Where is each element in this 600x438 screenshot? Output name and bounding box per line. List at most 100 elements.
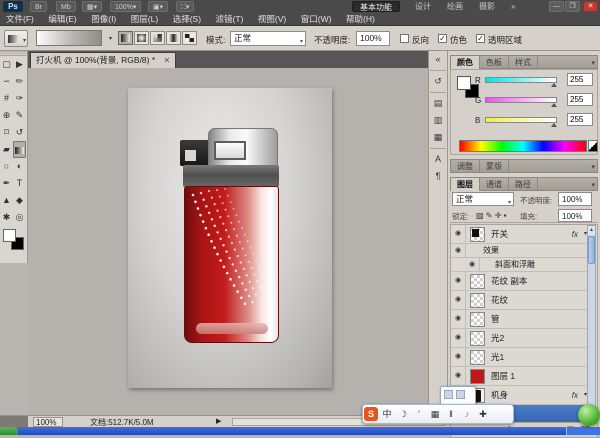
character-panel-icon[interactable]: A	[429, 151, 447, 168]
fx-badge[interactable]: fx	[572, 225, 578, 244]
foreground-color-swatch[interactable]	[457, 76, 471, 90]
screen-mode-icon[interactable]: ⛶▾	[176, 1, 194, 12]
reverse-checkbox[interactable]	[400, 34, 409, 43]
color-spectrum-ramp[interactable]	[459, 140, 587, 152]
paragraph-panel-icon[interactable]: ¶	[429, 168, 447, 185]
layer-row-pattern[interactable]: ◉ 花纹	[451, 291, 592, 310]
tab-color[interactable]: 颜色	[451, 56, 480, 69]
tab-close-icon[interactable]: ✕	[164, 56, 171, 65]
red-value-field[interactable]	[567, 73, 593, 86]
type-tool[interactable]: T	[13, 175, 26, 192]
pasteboard[interactable]	[28, 68, 428, 415]
panel-menu-icon[interactable]: ▾	[591, 181, 595, 189]
blue-slider-thumb[interactable]	[551, 123, 557, 127]
half-moon-icon[interactable]: ☽	[395, 405, 411, 423]
history-brush-tool[interactable]: ↺	[13, 124, 26, 141]
green-value-field[interactable]	[567, 93, 593, 106]
layer-blend-mode-select[interactable]: 正常 ▾	[452, 192, 514, 206]
reflected-gradient-button[interactable]	[166, 31, 181, 45]
split-icon[interactable]: ‖	[443, 405, 459, 423]
punctuation-icon[interactable]: ’	[411, 405, 427, 423]
path-selection-tool[interactable]: ▲	[0, 192, 13, 209]
clone-stamp-tool[interactable]: ⌑	[0, 124, 13, 141]
dodge-tool[interactable]: ◐	[13, 158, 26, 175]
rectangular-marquee-tool[interactable]: ▢	[0, 56, 13, 73]
panel-menu-icon[interactable]: ▾	[591, 163, 595, 171]
panel-menu-icon[interactable]: ▾	[591, 59, 595, 67]
move-tool[interactable]: ▶	[13, 56, 26, 73]
workspace-overflow[interactable]: »	[504, 1, 522, 12]
layer-thumbnail[interactable]	[470, 293, 485, 308]
view-extras-icon[interactable]: ▦▾	[82, 1, 102, 12]
fx-badge[interactable]: fx	[572, 386, 578, 405]
ime-sphere-icon[interactable]	[578, 404, 600, 426]
foreground-color-swatch[interactable]	[3, 229, 16, 242]
chinese-mode-icon[interactable]: 中	[379, 405, 395, 423]
layer-row-switch[interactable]: ◉ 开关 fx ▾	[451, 225, 592, 244]
maximize-button[interactable]: ❐	[565, 1, 580, 12]
menu-edit[interactable]: 编辑(E)	[42, 13, 82, 26]
layer-fill-field[interactable]: 100%	[558, 209, 592, 222]
tab-masks[interactable]: 蒙版	[480, 160, 509, 173]
workspace-paint[interactable]: 绘画	[440, 1, 470, 12]
visibility-toggle[interactable]: ◉	[451, 272, 466, 290]
workspace-basic[interactable]: 基本功能	[352, 1, 400, 12]
blur-tool[interactable]: ○	[0, 158, 13, 175]
menu-image[interactable]: 图像(I)	[85, 13, 122, 26]
angle-gradient-button[interactable]	[150, 31, 165, 45]
tab-paths[interactable]: 路径	[509, 178, 538, 191]
workspace-photo[interactable]: 摄影	[472, 1, 502, 12]
layers-scrollbar[interactable]: ▲ ▼	[587, 225, 596, 422]
document-tab[interactable]: 打火机 @ 100%(背景, RGB/8) * ✕	[30, 52, 176, 68]
red-slider-thumb[interactable]	[551, 83, 557, 87]
lock-icons[interactable]: ▨ ✎ ✛ ▪	[476, 211, 506, 220]
menu-select[interactable]: 选择(S)	[167, 13, 207, 26]
minimize-button[interactable]: —	[549, 1, 564, 12]
sogou-logo-icon[interactable]: S	[364, 407, 378, 421]
eyedropper-tool[interactable]: ✑	[13, 90, 26, 107]
status-flyout-icon[interactable]: ▶	[216, 417, 221, 425]
workspace-design[interactable]: 设计	[408, 1, 438, 12]
menu-layer[interactable]: 图层(L)	[125, 13, 164, 26]
brush-tool[interactable]: ✎	[13, 107, 26, 124]
arrange-documents-icon[interactable]: ▣▾	[148, 1, 168, 12]
visibility-toggle[interactable]: ◉	[451, 348, 466, 366]
layer-thumbnail[interactable]	[470, 312, 485, 327]
layer-row-pattern-copy[interactable]: ◉ 花纹 副本	[451, 272, 592, 291]
layer-thumbnail[interactable]	[470, 331, 485, 346]
layer-opacity-field[interactable]: 100%	[558, 192, 592, 206]
blue-slider[interactable]	[485, 117, 557, 123]
start-button[interactable]	[0, 427, 18, 435]
opacity-field[interactable]: 100%	[356, 31, 390, 46]
tab-layers[interactable]: 图层	[451, 178, 480, 191]
green-slider-thumb[interactable]	[551, 103, 557, 107]
healing-brush-tool[interactable]: ⊕	[0, 107, 13, 124]
layer-thumbnail[interactable]	[470, 227, 485, 242]
visibility-toggle[interactable]: ◉	[451, 225, 466, 243]
menu-file[interactable]: 文件(F)	[0, 13, 40, 26]
mini-bridge-icon[interactable]: Mb	[56, 1, 76, 12]
red-slider[interactable]	[485, 77, 557, 83]
zoom-percent-field[interactable]: 100%	[33, 417, 63, 427]
bridge-icon[interactable]: Br	[30, 1, 47, 12]
menu-help[interactable]: 帮助(H)	[340, 13, 381, 26]
blend-mode-select[interactable]: 正常 ▾	[230, 31, 306, 46]
menu-window[interactable]: 窗口(W)	[295, 13, 338, 26]
scrollbar-thumb[interactable]	[588, 236, 595, 264]
document-canvas[interactable]	[128, 88, 332, 388]
tab-styles[interactable]: 样式	[509, 56, 538, 69]
tool-preset-picker[interactable]: ▾	[4, 30, 28, 47]
system-tray[interactable]	[566, 427, 600, 435]
tab-swatches[interactable]: 色板	[480, 56, 509, 69]
windows-taskbar[interactable]	[0, 427, 600, 435]
eraser-tool[interactable]: ▰	[0, 141, 13, 158]
soft-keyboard-icon[interactable]: ▦	[427, 405, 443, 423]
brush-panel-icon[interactable]: ▤	[429, 95, 447, 112]
menu-filter[interactable]: 滤镜(T)	[210, 13, 250, 26]
toolbox-icon[interactable]: ✚	[475, 405, 491, 423]
layer-row-effects[interactable]: ◉ 效果	[451, 244, 592, 258]
blue-value-field[interactable]	[567, 113, 593, 126]
layer-row-light2[interactable]: ◉ 光2	[451, 329, 592, 348]
zoom-tool[interactable]: ◎	[13, 209, 26, 226]
visibility-toggle[interactable]: ◉	[451, 329, 466, 347]
